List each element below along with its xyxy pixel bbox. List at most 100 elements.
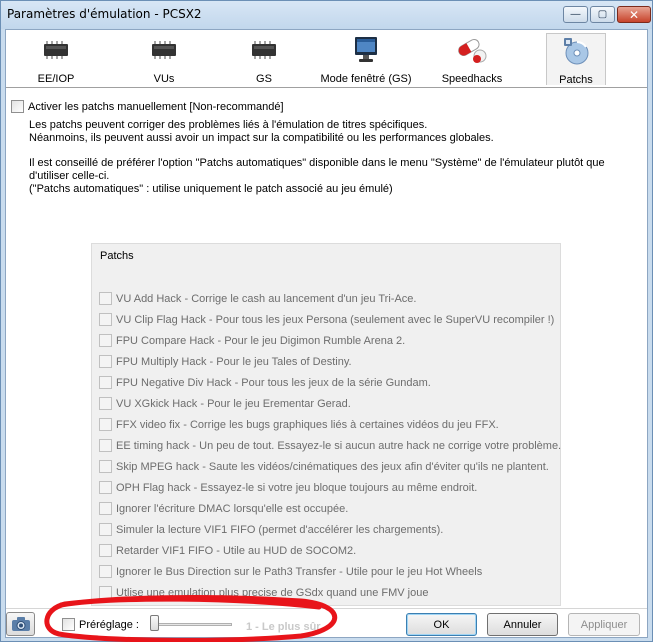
patch-checkbox[interactable] (99, 565, 112, 578)
tab-label: GS (256, 73, 272, 85)
patch-checkbox[interactable] (99, 397, 112, 410)
camera-icon (11, 617, 30, 631)
patch-label: Skip MPEG hack - Saute les vidéos/cinéma… (116, 460, 549, 473)
preset-slider-track[interactable] (152, 623, 232, 626)
patch-option[interactable]: FFX video fix - Corrige les bugs graphiq… (99, 418, 499, 431)
footer-separator (6, 608, 647, 609)
patch-option[interactable]: VU XGkick Hack - Pour le jeu Erementar G… (99, 397, 351, 410)
patch-checkbox[interactable] (99, 460, 112, 473)
patch-option[interactable]: FPU Multiply Hack - Pour le jeu Tales of… (99, 355, 352, 368)
patch-option[interactable]: OPH Flag hack - Essayez-le si votre jeu … (99, 481, 477, 494)
patches-group-title: Patchs (100, 250, 134, 262)
patch-label: FPU Negative Div Hack - Pour tous les je… (116, 376, 431, 389)
patch-checkbox[interactable] (99, 481, 112, 494)
patch-label: VU Clip Flag Hack - Pour tous les jeux P… (116, 313, 555, 326)
tab-label: Mode fenêtré (GS) (320, 73, 412, 85)
tab-ee-iop[interactable]: EE/IOP (28, 33, 84, 85)
patch-option[interactable]: Utlise une emulation plus precise de GSd… (99, 586, 428, 599)
description-line: Il est conseillé de préférer l'option "P… (29, 157, 605, 169)
emulation-settings-window: Paramètres d'émulation - PCSX2 — ▢ ✕ EE/… (0, 0, 653, 642)
patch-option[interactable]: Ignorer le Bus Direction sur le Path3 Tr… (99, 565, 482, 578)
preset-slider-thumb[interactable] (150, 615, 159, 631)
tab-speedhacks[interactable]: Speedhacks (436, 33, 508, 85)
pill-icon (455, 35, 489, 65)
patch-checkbox[interactable] (99, 313, 112, 326)
patch-checkbox[interactable] (99, 586, 112, 599)
patch-label: VU Add Hack - Corrige le cash au lanceme… (116, 292, 417, 305)
maximize-icon: ▢ (597, 9, 608, 20)
title-bar[interactable]: Paramètres d'émulation - PCSX2 — ▢ ✕ (1, 1, 652, 29)
patch-label: VU XGkick Hack - Pour le jeu Erementar G… (116, 397, 351, 410)
patch-label: FFX video fix - Corrige les bugs graphiq… (116, 418, 499, 431)
patch-option[interactable]: EE timing hack - Un peu de tout. Essayez… (99, 439, 561, 452)
apply-button[interactable]: Appliquer (568, 613, 640, 636)
description-line: ("Patchs automatiques" : utilise uniquem… (29, 183, 393, 195)
preset-checkbox[interactable] (62, 618, 75, 631)
minimize-icon: — (570, 9, 581, 20)
manual-patches-toggle[interactable]: Activer les patchs manuellement [Non-rec… (11, 100, 284, 113)
patch-checkbox[interactable] (99, 355, 112, 368)
patch-label: Utlise une emulation plus precise de GSd… (116, 586, 429, 599)
patches-group: Patchs VU Add Hack - Corrige le cash au … (91, 243, 561, 606)
patch-checkbox[interactable] (99, 502, 112, 515)
cancel-button[interactable]: Annuler (487, 613, 558, 636)
patch-label: EE timing hack - Un peu de tout. Essayez… (116, 439, 562, 452)
patch-label: FPU Compare Hack - Pour le jeu Digimon R… (116, 334, 406, 347)
apply-label: Appliquer (580, 618, 628, 631)
patch-checkbox[interactable] (99, 376, 112, 389)
tab-label: EE/IOP (37, 73, 75, 85)
ok-button[interactable]: OK (406, 613, 477, 636)
patch-option[interactable]: Simuler la lecture VIF1 FIFO (permet d'a… (99, 523, 443, 536)
patch-option[interactable]: FPU Negative Div Hack - Pour tous les je… (99, 376, 431, 389)
window-title: Paramètres d'émulation - PCSX2 (7, 7, 202, 21)
patch-label: Ignorer l'écriture DMAC lorsqu'elle est … (116, 502, 349, 515)
tab-label: Patchs (559, 74, 593, 86)
manual-patches-label: Activer les patchs manuellement [Non-rec… (28, 100, 284, 113)
maximize-button[interactable]: ▢ (590, 6, 615, 23)
monitor-icon (351, 35, 381, 65)
patch-checkbox[interactable] (99, 292, 112, 305)
patch-label: Simuler la lecture VIF1 FIFO (permet d'a… (116, 523, 444, 536)
tab-gs[interactable]: GS (236, 33, 292, 85)
chip-icon (149, 35, 179, 65)
preset-toggle[interactable]: Préréglage : (62, 618, 139, 631)
patch-label: OPH Flag hack - Essayez-le si votre jeu … (116, 481, 478, 494)
tab-vus[interactable]: VUs (136, 33, 192, 85)
tab-patchs[interactable]: Patchs (546, 33, 606, 86)
patch-option[interactable]: VU Clip Flag Hack - Pour tous les jeux P… (99, 313, 554, 326)
patch-option[interactable]: FPU Compare Hack - Pour le jeu Digimon R… (99, 334, 405, 347)
patch-option[interactable]: Ignorer l'écriture DMAC lorsqu'elle est … (99, 502, 348, 515)
chip-icon (249, 35, 279, 65)
tab-bar: EE/IOP VUs GS Mode fenêtré (GS) Speedhac… (6, 30, 647, 88)
patch-checkbox[interactable] (99, 334, 112, 347)
description-text: Les patchs peuvent corriger des problème… (29, 119, 605, 196)
disc-icon (561, 36, 591, 66)
patch-checkbox[interactable] (99, 439, 112, 452)
cancel-label: Annuler (503, 618, 542, 631)
tab-label: VUs (153, 73, 175, 85)
minimize-button[interactable]: — (563, 6, 588, 23)
ok-label: OK (433, 618, 450, 631)
patch-checkbox[interactable] (99, 418, 112, 431)
chip-icon (41, 35, 71, 65)
patch-option[interactable]: VU Add Hack - Corrige le cash au lanceme… (99, 292, 416, 305)
patch-option[interactable]: Skip MPEG hack - Saute les vidéos/cinéma… (99, 460, 549, 473)
patch-label: FPU Multiply Hack - Pour le jeu Tales of… (116, 355, 352, 368)
description-line: d'utiliser celle-ci. (29, 170, 110, 182)
tab-label: Speedhacks (441, 73, 503, 85)
patch-label: Ignorer le Bus Direction sur le Path3 Tr… (116, 565, 483, 578)
description-line: Néanmoins, ils peuvent aussi avoir un im… (29, 132, 494, 144)
preset-level-text: 1 - Le plus sûr (246, 621, 321, 633)
close-button[interactable]: ✕ (617, 6, 651, 23)
description-line: Les patchs peuvent corriger des problème… (29, 119, 428, 131)
patch-label: Retarder VIF1 FIFO - Utile au HUD de SOC… (116, 544, 357, 557)
close-icon: ✕ (628, 7, 640, 22)
patch-option[interactable]: Retarder VIF1 FIFO - Utile au HUD de SOC… (99, 544, 356, 557)
manual-patches-checkbox[interactable] (11, 100, 24, 113)
preset-label: Préréglage : (79, 618, 139, 631)
dialog-body: EE/IOP VUs GS Mode fenêtré (GS) Speedhac… (5, 29, 648, 638)
patch-checkbox[interactable] (99, 523, 112, 536)
screenshot-button[interactable] (6, 612, 35, 636)
tab-windowed-mode[interactable]: Mode fenêtré (GS) (316, 33, 416, 85)
patch-checkbox[interactable] (99, 544, 112, 557)
